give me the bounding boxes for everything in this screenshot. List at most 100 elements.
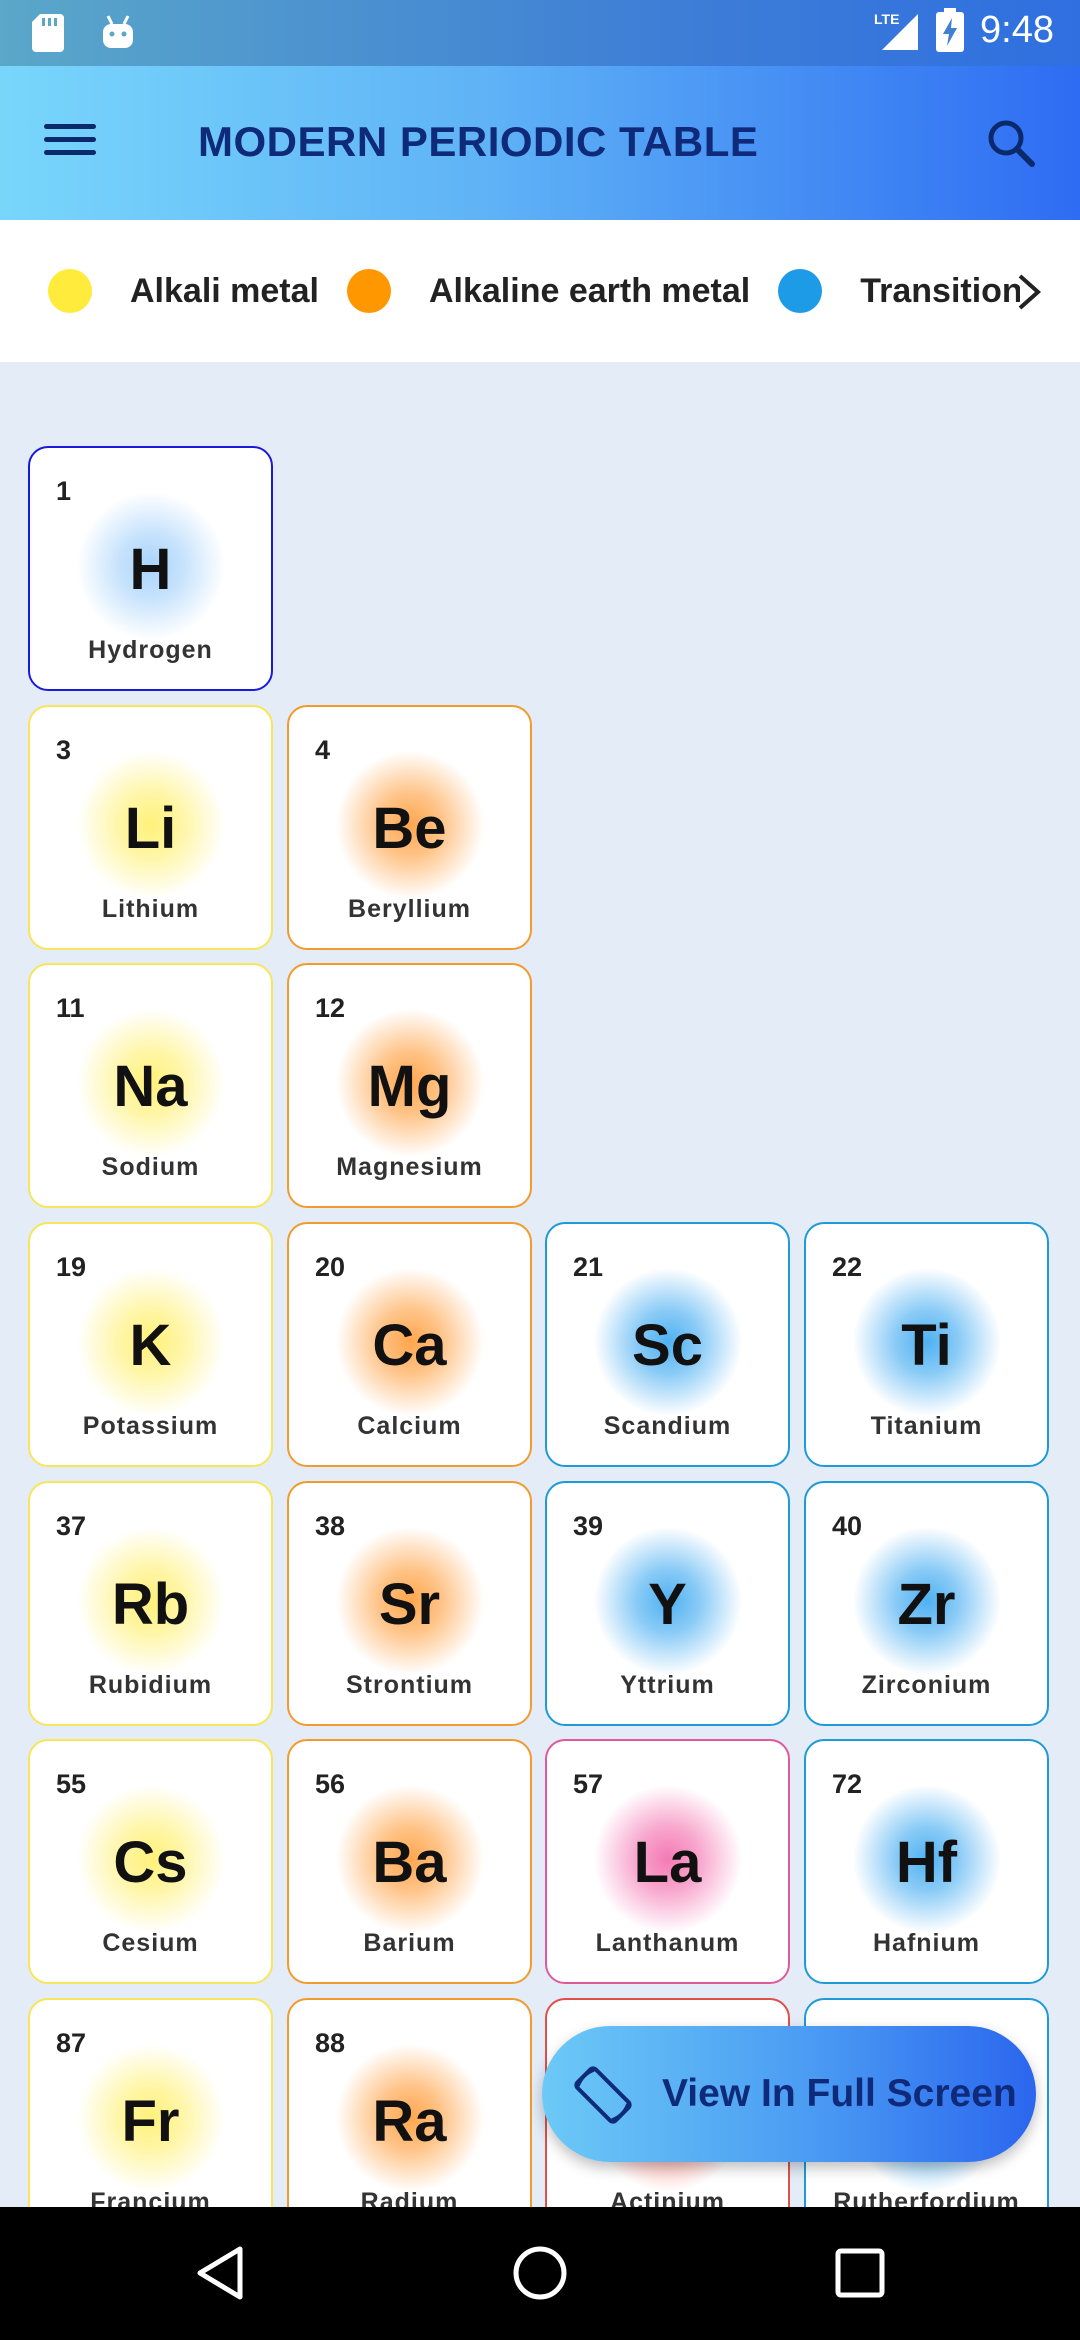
element-card-barium[interactable]: 56 Ba Barium	[287, 1739, 532, 1984]
element-card-calcium[interactable]: 20 Ca Calcium	[287, 1222, 532, 1467]
element-symbol: Li	[124, 796, 177, 861]
atomic-number: 40	[832, 1511, 863, 1541]
atomic-number: 12	[315, 993, 346, 1023]
element-symbol: Ra	[372, 2089, 447, 2154]
atomic-number: 11	[56, 993, 85, 1023]
app-bar: MODERN PERIODIC TABLE	[0, 66, 1080, 220]
atomic-number: 20	[315, 1252, 346, 1282]
element-symbol: Sc	[632, 1313, 703, 1378]
android-icon	[103, 15, 133, 48]
element-symbol: Ba	[372, 1830, 447, 1895]
legend-dot	[48, 269, 92, 313]
element-symbol: Fr	[121, 2089, 180, 2154]
element-name: Actinium	[610, 2188, 725, 2207]
element-symbol: Y	[648, 1572, 687, 1637]
element-name: Lanthanum	[595, 1929, 740, 1957]
element-symbol: Be	[372, 796, 447, 861]
atomic-number: 57	[573, 1769, 604, 1799]
element-name: Magnesium	[336, 1153, 483, 1181]
element-card-potassium[interactable]: 19 K Potassium	[28, 1222, 273, 1467]
legend-item-alkali-metal[interactable]: Alkali metal	[48, 269, 319, 313]
legend-label: Alkali metal	[130, 271, 319, 310]
element-card-radium[interactable]: 88 Ra Radium	[287, 1998, 532, 2207]
app-title: MODERN PERIODIC TABLE	[198, 118, 759, 165]
clock: 9:48	[980, 8, 1054, 51]
element-card-magnesium[interactable]: 12 Mg Magnesium	[287, 963, 532, 1208]
element-symbol: La	[633, 1830, 702, 1895]
atomic-number: 72	[832, 1769, 863, 1799]
status-bar: LTE 9:48	[0, 0, 1080, 66]
element-name: Beryllium	[348, 895, 471, 923]
element-name: Radium	[360, 2188, 459, 2207]
search-icon[interactable]	[980, 112, 1044, 176]
element-symbol: Ca	[372, 1313, 447, 1378]
element-name: Scandium	[603, 1412, 732, 1440]
home-circle-icon[interactable]	[510, 2243, 570, 2303]
element-symbol: Ti	[901, 1313, 952, 1378]
element-name: Francium	[90, 2188, 211, 2207]
sd-card-icon	[32, 14, 64, 52]
element-card-hafnium[interactable]: 72 Hf Hafnium	[804, 1739, 1049, 1984]
element-card-sodium[interactable]: 11 Na Sodium	[28, 963, 273, 1208]
atomic-number: 38	[315, 1511, 346, 1541]
element-card-titanium[interactable]: 22 Ti Titanium	[804, 1222, 1049, 1467]
element-symbol: H	[129, 537, 172, 602]
legend-item-alkaline-earth-metal[interactable]: Alkaline earth metal	[346, 269, 751, 313]
legend-dot	[346, 269, 391, 313]
element-name: Yttrium	[620, 1671, 715, 1699]
element-card-strontium[interactable]: 38 Sr Strontium	[287, 1481, 532, 1726]
atomic-number: 3	[56, 735, 72, 765]
element-card-lithium[interactable]: 3 Li Lithium	[28, 705, 273, 950]
element-card-beryllium[interactable]: 4 Be Beryllium	[287, 705, 532, 950]
screen-rotation-icon	[574, 2066, 632, 2124]
atomic-number: 55	[56, 1769, 87, 1799]
legend-label: Alkaline earth metal	[428, 271, 751, 310]
element-name: Rutherfordium	[833, 2188, 1020, 2207]
element-card-hydrogen[interactable]: 1 H Hydrogen	[28, 446, 273, 691]
element-name: Titanium	[870, 1412, 983, 1440]
element-card-lanthanum[interactable]: 57 La Lanthanum	[545, 1739, 790, 1984]
status-bar-right: LTE 9:48	[874, 8, 1054, 52]
legend-track: Alkali metal Alkaline earth metal Transi…	[48, 269, 1080, 313]
hamburger-menu-icon[interactable]	[44, 116, 104, 170]
chevron-right-icon[interactable]	[1012, 270, 1046, 314]
atomic-number: 19	[56, 1252, 87, 1282]
element-symbol: Na	[113, 1054, 188, 1119]
view-full-screen-button[interactable]: View In Full Screen	[542, 2026, 1036, 2162]
element-card-rubidium[interactable]: 37 Rb Rubidium	[28, 1481, 273, 1726]
recents-square-icon[interactable]	[830, 2243, 890, 2303]
atomic-number: 87	[56, 2028, 87, 2058]
element-name: Barium	[363, 1929, 456, 1957]
atomic-number: 21	[573, 1252, 604, 1282]
element-symbol: K	[129, 1313, 172, 1378]
element-name: Cesium	[102, 1929, 199, 1957]
element-name: Zirconium	[861, 1671, 992, 1699]
element-name: Lithium	[101, 895, 200, 923]
element-card-francium[interactable]: 87 Fr Francium	[28, 1998, 273, 2207]
element-name: Rubidium	[88, 1671, 213, 1699]
element-name: Potassium	[82, 1412, 219, 1440]
element-card-cesium[interactable]: 55 Cs Cesium	[28, 1739, 273, 1984]
atomic-number: 56	[315, 1769, 346, 1799]
back-triangle-icon[interactable]	[192, 2243, 252, 2303]
atomic-number: 4	[315, 735, 331, 765]
signal-icon: LTE	[874, 11, 919, 50]
battery-charging-icon	[936, 8, 965, 52]
element-card-scandium[interactable]: 21 Sc Scandium	[545, 1222, 790, 1467]
element-name: Strontium	[345, 1671, 474, 1699]
atomic-number: 1	[56, 476, 72, 506]
element-card-yttrium[interactable]: 39 Y Yttrium	[545, 1481, 790, 1726]
status-bar-left	[30, 12, 136, 52]
category-legend[interactable]: Alkali metal Alkaline earth metal Transi…	[0, 220, 1080, 362]
element-symbol: Zr	[897, 1572, 956, 1637]
element-name: Calcium	[357, 1412, 462, 1440]
system-nav-bar	[0, 2207, 1080, 2340]
element-card-zirconium[interactable]: 40 Zr Zirconium	[804, 1481, 1049, 1726]
atomic-number: 37	[56, 1511, 87, 1541]
element-symbol: Rb	[111, 1572, 190, 1637]
element-symbol: Sr	[378, 1572, 441, 1637]
element-name: Sodium	[101, 1153, 200, 1181]
element-symbol: Hf	[895, 1830, 958, 1895]
fab-label: View In Full Screen	[662, 2072, 1017, 2115]
periodic-grid[interactable]: 1 H Hydrogen 3 Li Lithium 4 Be Beryllium 11 Na Sodi…	[0, 362, 1080, 2207]
